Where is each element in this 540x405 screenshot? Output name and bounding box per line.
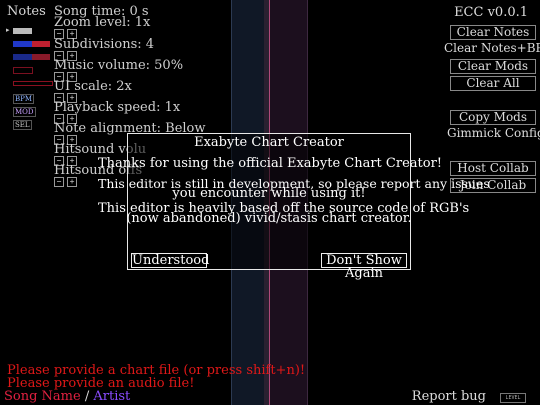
separator: / — [84, 389, 90, 404]
report-bug-link[interactable]: Report bug — [412, 389, 486, 404]
mode-bpm[interactable]: BPM — [13, 94, 35, 104]
version-label: ECC v0.0.1 — [454, 5, 528, 20]
note-type-line[interactable] — [13, 81, 53, 88]
music-volume-label: Music volume: 50% — [54, 58, 184, 73]
zoom-level-label: Zoom level: 1x — [54, 15, 151, 30]
host-collab-button[interactable]: Host Collab — [450, 161, 536, 176]
level-box[interactable]: LEVEL — [500, 393, 526, 403]
plus-button[interactable]: + — [67, 177, 77, 187]
song-name[interactable]: Song Name — [4, 389, 81, 404]
notes-title: Notes — [7, 4, 46, 19]
clear-notes-bpm-button[interactable]: Clear Notes+BPM — [444, 42, 540, 55]
dialog-title: Exabyte Chart Creator — [194, 135, 344, 150]
artist-name[interactable]: Artist — [93, 389, 130, 404]
playback-speed-label: Playback speed: 1x — [54, 100, 181, 115]
gimmick-config-button[interactable]: Gimmick Config — [447, 127, 540, 140]
minus-button[interactable]: − — [54, 177, 64, 187]
dont-show-again-button[interactable]: Don't Show Again — [321, 253, 407, 280]
note-type-hold[interactable] — [13, 54, 53, 61]
dialog-text: Thanks for using the official Exabyte Ch… — [98, 156, 443, 171]
subdivisions-label: Subdivisions: 4 — [54, 37, 155, 52]
ui-scale-label: UI scale: 2x — [54, 79, 132, 94]
note-type-outline[interactable] — [13, 67, 53, 74]
note-type-blue-red[interactable] — [13, 41, 53, 48]
mode-mod[interactable]: MOD — [13, 107, 36, 117]
play-arrow-icon: ▸ — [6, 26, 10, 34]
understood-button[interactable]: Understood — [131, 253, 209, 268]
song-info: Song Name / Artist — [4, 389, 130, 404]
copy-mods-button[interactable]: Copy Mods — [450, 110, 536, 125]
clear-mods-button[interactable]: Clear Mods — [450, 59, 536, 74]
clear-all-button[interactable]: Clear All — [450, 76, 536, 91]
hitsound-offset-stepper[interactable]: − + — [54, 177, 77, 187]
mode-sel[interactable]: SEL — [13, 120, 32, 130]
clear-notes-button[interactable]: Clear Notes — [450, 25, 536, 40]
dialog-text: you encounter while using it! — [172, 186, 366, 201]
note-type-tap[interactable] — [13, 28, 53, 35]
dialog-text: (now abandoned) vivid/stasis chart creat… — [126, 211, 412, 226]
welcome-dialog: Exabyte Chart Creator Thanks for using t… — [98, 133, 490, 280]
